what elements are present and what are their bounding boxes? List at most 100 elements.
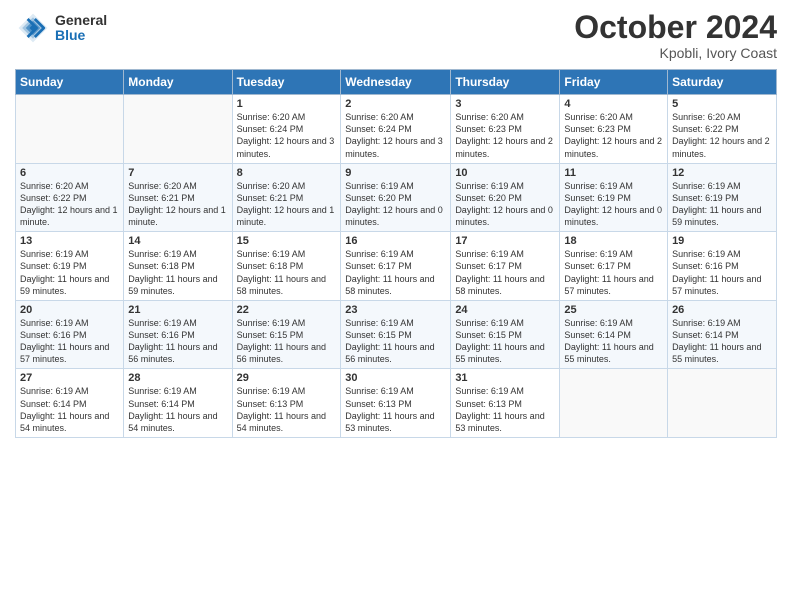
calendar-cell: 15Sunrise: 6:19 AM Sunset: 6:18 PM Dayli…: [232, 232, 341, 301]
cell-info: Sunrise: 6:19 AM Sunset: 6:15 PM Dayligh…: [345, 317, 446, 366]
cell-info: Sunrise: 6:19 AM Sunset: 6:19 PM Dayligh…: [672, 180, 772, 229]
cell-info: Sunrise: 6:20 AM Sunset: 6:23 PM Dayligh…: [455, 111, 555, 160]
day-number: 29: [237, 372, 337, 384]
weekday-header-saturday: Saturday: [668, 70, 777, 95]
day-number: 6: [20, 167, 119, 179]
day-number: 12: [672, 167, 772, 179]
day-number: 21: [128, 304, 227, 316]
cell-info: Sunrise: 6:19 AM Sunset: 6:15 PM Dayligh…: [455, 317, 555, 366]
calendar-cell: 18Sunrise: 6:19 AM Sunset: 6:17 PM Dayli…: [560, 232, 668, 301]
day-number: 18: [564, 235, 663, 247]
day-number: 27: [20, 372, 119, 384]
cell-info: Sunrise: 6:19 AM Sunset: 6:14 PM Dayligh…: [128, 385, 227, 434]
day-number: 10: [455, 167, 555, 179]
calendar-cell: 19Sunrise: 6:19 AM Sunset: 6:16 PM Dayli…: [668, 232, 777, 301]
calendar-cell: [668, 369, 777, 438]
calendar-cell: [124, 95, 232, 164]
calendar-cell: 28Sunrise: 6:19 AM Sunset: 6:14 PM Dayli…: [124, 369, 232, 438]
title-section: October 2024 Kpobli, Ivory Coast: [574, 10, 777, 61]
cell-info: Sunrise: 6:20 AM Sunset: 6:22 PM Dayligh…: [20, 180, 119, 229]
cell-info: Sunrise: 6:19 AM Sunset: 6:18 PM Dayligh…: [128, 248, 227, 297]
cell-info: Sunrise: 6:19 AM Sunset: 6:14 PM Dayligh…: [20, 385, 119, 434]
calendar-cell: 6Sunrise: 6:20 AM Sunset: 6:22 PM Daylig…: [16, 163, 124, 232]
cell-info: Sunrise: 6:19 AM Sunset: 6:16 PM Dayligh…: [20, 317, 119, 366]
calendar-cell: 24Sunrise: 6:19 AM Sunset: 6:15 PM Dayli…: [451, 300, 560, 369]
weekday-header-row: SundayMondayTuesdayWednesdayThursdayFrid…: [16, 70, 777, 95]
day-number: 20: [20, 304, 119, 316]
cell-info: Sunrise: 6:19 AM Sunset: 6:19 PM Dayligh…: [20, 248, 119, 297]
day-number: 5: [672, 98, 772, 110]
cell-info: Sunrise: 6:20 AM Sunset: 6:21 PM Dayligh…: [128, 180, 227, 229]
cell-info: Sunrise: 6:19 AM Sunset: 6:17 PM Dayligh…: [345, 248, 446, 297]
cell-info: Sunrise: 6:20 AM Sunset: 6:22 PM Dayligh…: [672, 111, 772, 160]
day-number: 3: [455, 98, 555, 110]
day-number: 31: [455, 372, 555, 384]
cell-info: Sunrise: 6:19 AM Sunset: 6:17 PM Dayligh…: [455, 248, 555, 297]
calendar-cell: 30Sunrise: 6:19 AM Sunset: 6:13 PM Dayli…: [341, 369, 451, 438]
day-number: 26: [672, 304, 772, 316]
calendar-cell: 31Sunrise: 6:19 AM Sunset: 6:13 PM Dayli…: [451, 369, 560, 438]
calendar-cell: 5Sunrise: 6:20 AM Sunset: 6:22 PM Daylig…: [668, 95, 777, 164]
day-number: 30: [345, 372, 446, 384]
calendar-cell: 7Sunrise: 6:20 AM Sunset: 6:21 PM Daylig…: [124, 163, 232, 232]
weekday-header-sunday: Sunday: [16, 70, 124, 95]
logo: General Blue: [15, 10, 107, 46]
day-number: 22: [237, 304, 337, 316]
day-number: 25: [564, 304, 663, 316]
weekday-header-tuesday: Tuesday: [232, 70, 341, 95]
cell-info: Sunrise: 6:19 AM Sunset: 6:16 PM Dayligh…: [672, 248, 772, 297]
calendar-cell: 11Sunrise: 6:19 AM Sunset: 6:19 PM Dayli…: [560, 163, 668, 232]
day-number: 16: [345, 235, 446, 247]
logo-icon: [15, 10, 51, 46]
cell-info: Sunrise: 6:20 AM Sunset: 6:24 PM Dayligh…: [237, 111, 337, 160]
day-number: 17: [455, 235, 555, 247]
cell-info: Sunrise: 6:19 AM Sunset: 6:20 PM Dayligh…: [455, 180, 555, 229]
week-row-3: 13Sunrise: 6:19 AM Sunset: 6:19 PM Dayli…: [16, 232, 777, 301]
calendar-cell: [16, 95, 124, 164]
weekday-header-thursday: Thursday: [451, 70, 560, 95]
day-number: 2: [345, 98, 446, 110]
cell-info: Sunrise: 6:19 AM Sunset: 6:19 PM Dayligh…: [564, 180, 663, 229]
calendar-cell: [560, 369, 668, 438]
weekday-header-friday: Friday: [560, 70, 668, 95]
cell-info: Sunrise: 6:19 AM Sunset: 6:13 PM Dayligh…: [345, 385, 446, 434]
day-number: 11: [564, 167, 663, 179]
cell-info: Sunrise: 6:19 AM Sunset: 6:13 PM Dayligh…: [455, 385, 555, 434]
week-row-1: 1Sunrise: 6:20 AM Sunset: 6:24 PM Daylig…: [16, 95, 777, 164]
day-number: 4: [564, 98, 663, 110]
logo-text: General Blue: [55, 13, 107, 44]
day-number: 13: [20, 235, 119, 247]
day-number: 23: [345, 304, 446, 316]
calendar-cell: 12Sunrise: 6:19 AM Sunset: 6:19 PM Dayli…: [668, 163, 777, 232]
cell-info: Sunrise: 6:19 AM Sunset: 6:20 PM Dayligh…: [345, 180, 446, 229]
day-number: 15: [237, 235, 337, 247]
header: General Blue October 2024 Kpobli, Ivory …: [15, 10, 777, 61]
cell-info: Sunrise: 6:19 AM Sunset: 6:13 PM Dayligh…: [237, 385, 337, 434]
calendar-cell: 14Sunrise: 6:19 AM Sunset: 6:18 PM Dayli…: [124, 232, 232, 301]
calendar-cell: 20Sunrise: 6:19 AM Sunset: 6:16 PM Dayli…: [16, 300, 124, 369]
page: General Blue October 2024 Kpobli, Ivory …: [0, 0, 792, 612]
calendar-cell: 9Sunrise: 6:19 AM Sunset: 6:20 PM Daylig…: [341, 163, 451, 232]
calendar-cell: 3Sunrise: 6:20 AM Sunset: 6:23 PM Daylig…: [451, 95, 560, 164]
day-number: 19: [672, 235, 772, 247]
calendar-cell: 22Sunrise: 6:19 AM Sunset: 6:15 PM Dayli…: [232, 300, 341, 369]
month-title: October 2024: [574, 10, 777, 45]
weekday-header-wednesday: Wednesday: [341, 70, 451, 95]
day-number: 9: [345, 167, 446, 179]
week-row-2: 6Sunrise: 6:20 AM Sunset: 6:22 PM Daylig…: [16, 163, 777, 232]
calendar-cell: 4Sunrise: 6:20 AM Sunset: 6:23 PM Daylig…: [560, 95, 668, 164]
calendar-cell: 29Sunrise: 6:19 AM Sunset: 6:13 PM Dayli…: [232, 369, 341, 438]
calendar-cell: 16Sunrise: 6:19 AM Sunset: 6:17 PM Dayli…: [341, 232, 451, 301]
cell-info: Sunrise: 6:20 AM Sunset: 6:24 PM Dayligh…: [345, 111, 446, 160]
cell-info: Sunrise: 6:20 AM Sunset: 6:21 PM Dayligh…: [237, 180, 337, 229]
day-number: 7: [128, 167, 227, 179]
cell-info: Sunrise: 6:19 AM Sunset: 6:18 PM Dayligh…: [237, 248, 337, 297]
cell-info: Sunrise: 6:19 AM Sunset: 6:17 PM Dayligh…: [564, 248, 663, 297]
cell-info: Sunrise: 6:19 AM Sunset: 6:16 PM Dayligh…: [128, 317, 227, 366]
calendar-cell: 23Sunrise: 6:19 AM Sunset: 6:15 PM Dayli…: [341, 300, 451, 369]
day-number: 28: [128, 372, 227, 384]
calendar-cell: 1Sunrise: 6:20 AM Sunset: 6:24 PM Daylig…: [232, 95, 341, 164]
day-number: 1: [237, 98, 337, 110]
calendar-cell: 13Sunrise: 6:19 AM Sunset: 6:19 PM Dayli…: [16, 232, 124, 301]
day-number: 8: [237, 167, 337, 179]
